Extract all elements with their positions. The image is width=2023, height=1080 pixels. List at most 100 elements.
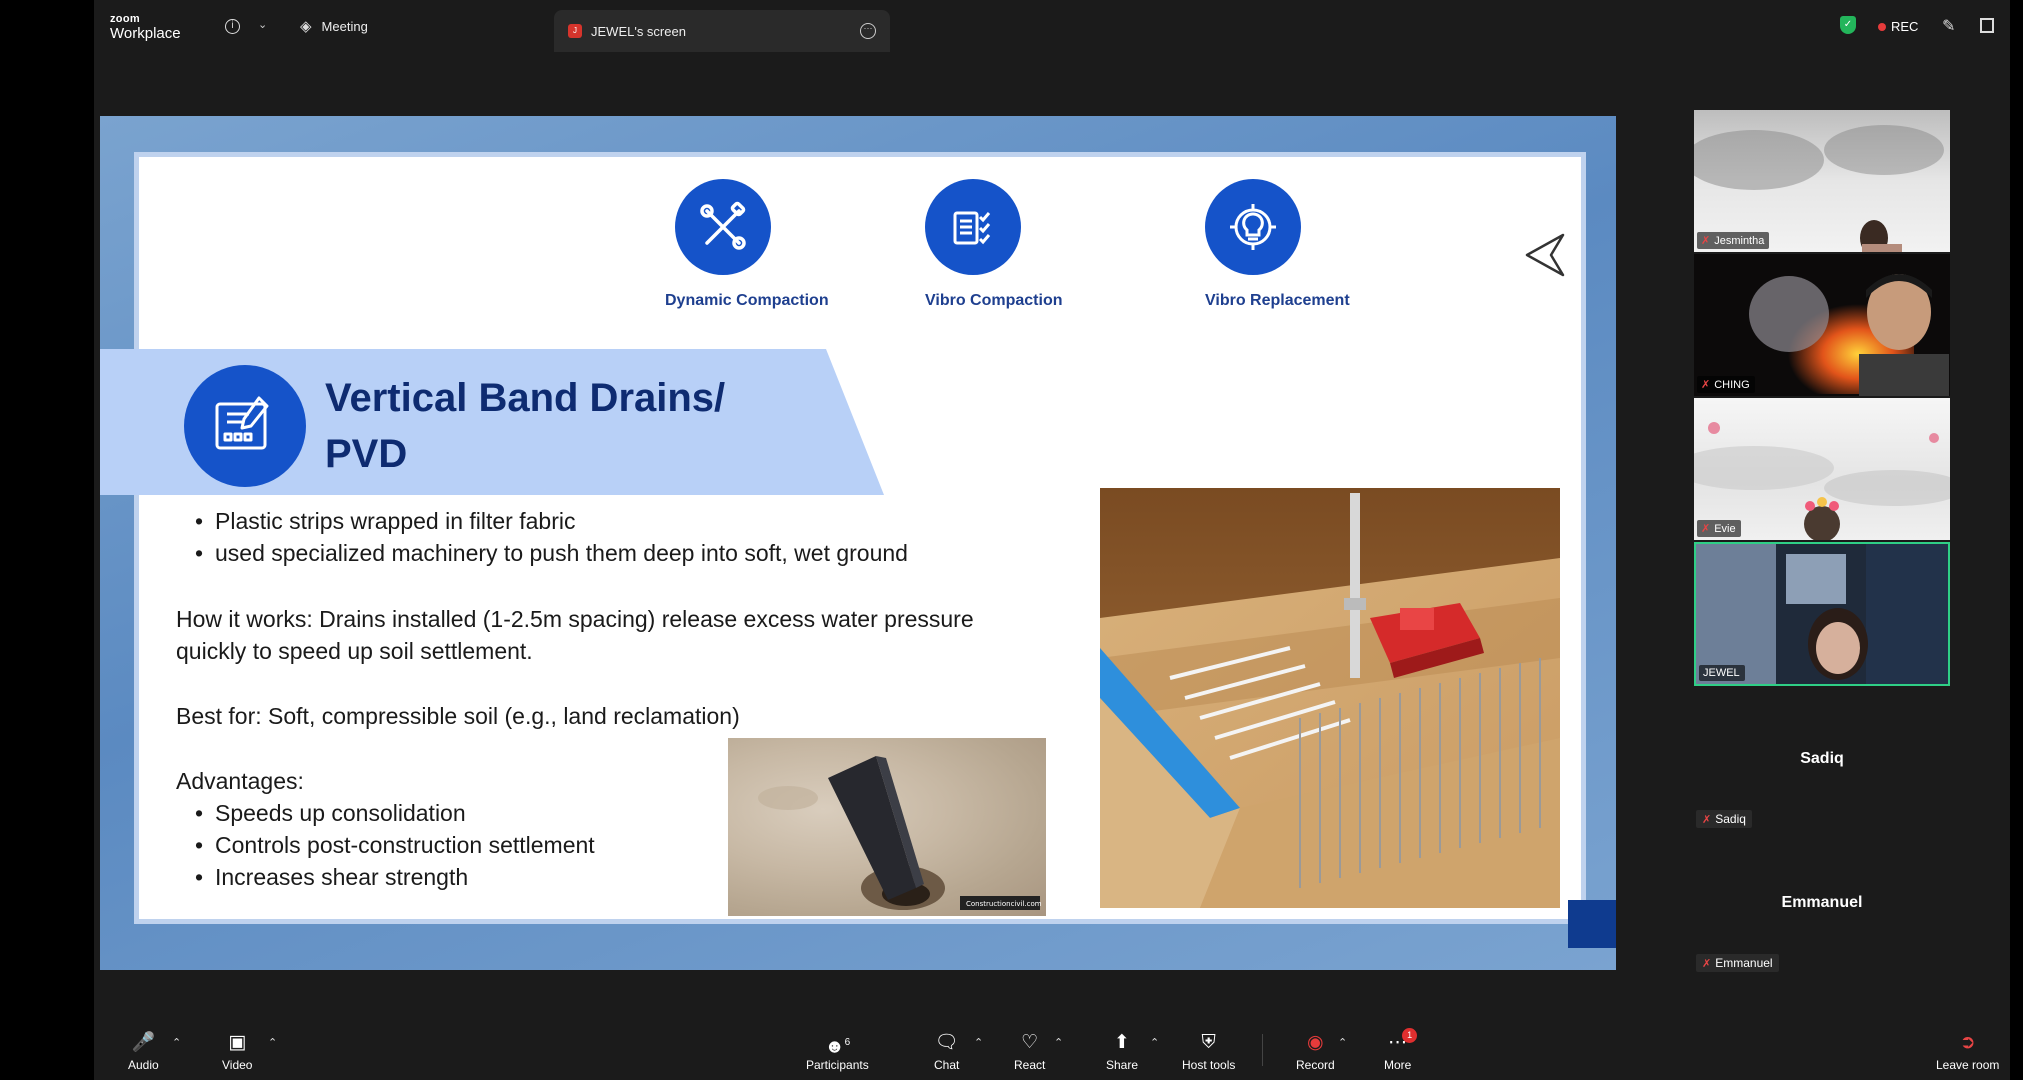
more-label: More [1384, 1058, 1412, 1072]
host-shield-icon: ⛨ [1201, 1032, 1216, 1053]
participant-name-tag: ✗ Evie [1697, 520, 1741, 537]
participant-name: Jesmintha [1714, 234, 1765, 247]
pvd-strip-photo: Constructioncivil.com [728, 738, 1046, 916]
leave-door-icon: ➲ [1959, 1032, 1976, 1053]
method-label-vibro-compaction: Vibro Compaction [925, 292, 1063, 309]
participant-name-tag: ✗ Sadiq [1696, 810, 1752, 828]
audio-label: Audio [128, 1058, 159, 1072]
share-options-caret-icon[interactable]: ⌃ [1150, 1036, 1159, 1049]
participants-count: 6 [844, 1037, 851, 1048]
participant-name-tag: JEWEL [1699, 665, 1745, 681]
host-tools-label: Host tools [1182, 1058, 1236, 1072]
tab-more-options-icon[interactable]: ··· [860, 23, 876, 39]
record-button[interactable]: ◉ Record [1296, 1032, 1335, 1072]
slide-title: Vertical Band Drains/ PVD [325, 370, 825, 482]
record-label: Record [1296, 1058, 1335, 1072]
heart-icon: ♡ [1021, 1032, 1039, 1053]
notification-badge: 1 [1402, 1028, 1418, 1043]
participant-name-large: Emmanuel [1781, 894, 1863, 911]
more-button[interactable]: ⋯ 1 More [1384, 1028, 1418, 1072]
info-icon[interactable]: i [225, 19, 240, 34]
leave-room-button[interactable]: ➲ Leave room [1936, 1032, 1999, 1072]
participants-icon: ☻6 [824, 1036, 851, 1058]
chevron-down-icon[interactable]: ⌄ [258, 18, 267, 31]
audio-button[interactable]: 🎤 Audio [128, 1032, 159, 1072]
how-it-works-line1: How it works: Drains installed (1-2.5m s… [176, 606, 974, 632]
share-button[interactable]: ⬆ Share [1106, 1032, 1138, 1072]
annotate-pen-icon[interactable]: ✎ [1942, 16, 1955, 36]
shared-screen: Dynamic Compaction Vibro Compaction Vibr… [100, 116, 1616, 970]
record-options-caret-icon[interactable]: ⌃ [1338, 1036, 1347, 1049]
view-layout-icon[interactable] [1980, 18, 1994, 33]
sharer-avatar-icon: J [568, 24, 582, 38]
mic-muted-icon: 🎤 [131, 1032, 156, 1053]
participant-name: JEWEL [1703, 667, 1740, 679]
advantages-heading: Advantages: [176, 768, 304, 794]
participant-name: Sadiq [1715, 812, 1746, 826]
top-bar: zoom Workplace i ⌄ ◈ Meeting J JEWEL's s… [94, 0, 2010, 52]
participant-name: Emmanuel [1715, 956, 1773, 970]
checklist-icon [925, 179, 1021, 275]
slide-corner-square [1568, 900, 1616, 948]
how-it-works-line2: quickly to speed up soil settlement. [176, 638, 533, 664]
tab-shared-screen[interactable]: J JEWEL's screen ··· [554, 10, 890, 52]
participant-tile[interactable]: ✗ Evie [1694, 398, 1950, 540]
chat-bubble-icon: 🗨 [934, 1032, 959, 1053]
recording-indicator[interactable]: REC [1878, 19, 1918, 34]
video-camera-icon: ▣ [228, 1032, 247, 1053]
pvd-installation-diagram [1100, 488, 1560, 908]
tab-shared-screen-label: JEWEL's screen [591, 23, 686, 39]
participants-button[interactable]: ☻6 Participants [806, 1032, 869, 1072]
zoom-logo: zoom Workplace [110, 13, 181, 42]
participant-name-large: Sadiq [1800, 750, 1844, 767]
mic-muted-icon: ✗ [1701, 523, 1711, 535]
left-black-border [0, 0, 94, 1080]
react-button[interactable]: ♡ React [1014, 1032, 1045, 1072]
brand-name: Workplace [110, 25, 181, 42]
slide-title-line1: Vertical Band Drains/ [325, 376, 726, 420]
slide-title-line2: PVD [325, 432, 408, 476]
blueprint-icon [184, 365, 306, 487]
meeting-paw-icon: ◈ [300, 18, 312, 35]
video-options-caret-icon[interactable]: ⌃ [268, 1036, 277, 1049]
best-for-text: Best for: Soft, compressible soil (e.g.,… [176, 703, 740, 729]
rec-dot-icon [1878, 22, 1886, 31]
method-label-vibro-replacement: Vibro Replacement [1205, 292, 1350, 309]
method-label-dynamic: Dynamic Compaction [665, 292, 829, 309]
right-black-border [2010, 0, 2023, 1080]
security-shield-icon[interactable]: ✓ [1840, 16, 1856, 34]
participant-tile-active-speaker[interactable]: JEWEL [1694, 542, 1950, 686]
mic-muted-icon: ✗ [1702, 813, 1712, 826]
participant-name-tag: ✗ Jesmintha [1697, 232, 1770, 249]
brand-small: zoom [110, 13, 140, 25]
zoom-window: zoom Workplace i ⌄ ◈ Meeting J JEWEL's s… [94, 0, 2010, 1080]
advantage-item: Speeds up consolidation [195, 797, 466, 829]
chat-label: Chat [934, 1058, 960, 1072]
chat-button[interactable]: 🗨 Chat [934, 1032, 959, 1072]
record-icon: ◉ [1307, 1032, 1324, 1053]
meeting-toolbar: 🎤 Audio ⌃ ▣ Video ⌃ ☻6 Participants 🗨 Ch… [94, 1020, 2010, 1080]
advantage-item: Controls post-construction settlement [195, 829, 595, 861]
bullet-item: used specialized machinery to push them … [195, 537, 908, 569]
participant-name: CHING [1714, 378, 1750, 391]
audio-options-caret-icon[interactable]: ⌃ [172, 1036, 181, 1049]
tab-meeting[interactable]: ◈ Meeting [300, 12, 368, 40]
wrench-screwdriver-icon [675, 179, 771, 275]
tab-meeting-label: Meeting [321, 18, 368, 34]
rec-label: REC [1891, 19, 1919, 34]
chat-options-caret-icon[interactable]: ⌃ [974, 1036, 983, 1049]
photo-watermark: Constructioncivil.com [966, 900, 1042, 908]
participant-tile[interactable]: ✗ CHING [1694, 254, 1950, 396]
back-arrow-icon[interactable] [1525, 233, 1565, 282]
video-button[interactable]: ▣ Video [222, 1032, 252, 1072]
participant-tile[interactable]: ✗ Jesmintha [1694, 110, 1950, 252]
react-options-caret-icon[interactable]: ⌃ [1054, 1036, 1063, 1049]
participant-name-tag: ✗ Emmanuel [1696, 954, 1779, 972]
advantage-item: Increases shear strength [195, 861, 468, 893]
participant-name: Evie [1714, 522, 1736, 535]
share-screen-icon: ⬆ [1114, 1032, 1130, 1053]
host-tools-button[interactable]: ⛨ Host tools [1182, 1032, 1235, 1072]
video-label: Video [222, 1058, 253, 1072]
toolbar-divider [1262, 1034, 1263, 1066]
gear-bulb-icon [1205, 179, 1301, 275]
